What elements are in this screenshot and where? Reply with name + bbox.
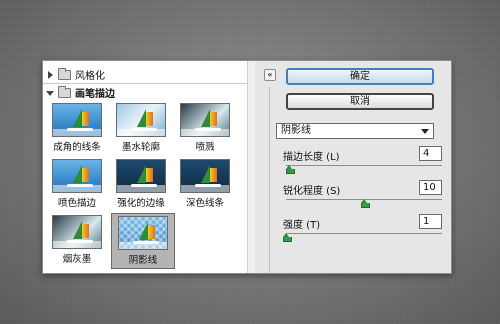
filter-thumb-sprayed-strokes[interactable]: 喷色描边 [49,157,105,209]
filter-label: 喷色描边 [57,198,96,209]
folder-icon [58,85,71,98]
sharpness-label: 锐化程度 (S) [283,186,341,197]
divider [43,83,255,84]
sharpness-input[interactable]: 10 [419,180,442,195]
stroke-length-slider-knob[interactable] [286,165,295,174]
dropdown-arrow-icon [421,129,429,134]
tree-group-label: 画笔描边 [75,89,115,100]
collapse-panel-button[interactable]: « [264,69,276,81]
stroke-length-label: 描边长度 (L) [283,152,340,163]
expand-arrow-icon[interactable] [45,70,55,80]
folder-icon [58,67,71,80]
dropdown-selected-value: 阴影线 [281,125,311,136]
filter-preview-image [180,103,230,137]
stroke-length-input[interactable]: 4 [419,146,442,161]
filter-preview-image [180,159,230,193]
filter-label: 喷溅 [195,142,215,153]
filter-thumb-spatter[interactable]: 喷溅 [177,101,233,153]
filter-label: 阴影线 [128,255,158,266]
sharpness-slider-knob[interactable] [361,199,370,208]
filter-thumb-sumi-e[interactable]: 烟灰墨 [49,213,105,265]
strength-label: 强度 (T) [283,220,321,231]
filter-label: 墨水轮廓 [121,142,160,153]
ok-button[interactable]: 确定 [286,68,434,85]
stroke-length-slider-track[interactable] [286,165,442,166]
filter-preview-image [118,216,168,250]
cancel-button[interactable]: 取消 [286,93,434,110]
strength-slider-knob[interactable] [283,233,292,242]
tree-group-stylize[interactable]: 风格化 [45,67,105,82]
filter-thumb-dark-strokes[interactable]: 深色线条 [177,157,233,209]
panel-divider [269,87,270,273]
filter-preview-image [116,103,166,137]
vertical-scrollbar[interactable] [247,61,255,273]
filter-thumb-crosshatch[interactable]: 阴影线 [111,213,175,269]
filter-preview-image [52,159,102,193]
filter-preview-image [52,215,102,249]
filter-gallery-dialog: 风格化 画笔描边 成角的线条 墨水轮廓 喷溅 喷色描边 强化的边缘 深色线条 烟… [42,60,452,274]
tree-group-brush-strokes[interactable]: 画笔描边 [45,85,115,100]
strength-slider-track[interactable] [286,233,442,234]
filter-label: 烟灰墨 [62,254,92,265]
filter-preview-image [116,159,166,193]
strength-input[interactable]: 1 [419,214,442,229]
filter-label: 成角的线条 [53,142,101,153]
filter-preview-image [52,103,102,137]
filter-select-dropdown[interactable]: 阴影线 [276,123,434,139]
filter-tree-panel: 风格化 画笔描边 成角的线条 墨水轮廓 喷溅 喷色描边 强化的边缘 深色线条 烟… [43,61,255,273]
filter-label: 深色线条 [185,198,224,209]
filter-thumb-accented-edges[interactable]: 强化的边缘 [113,157,169,209]
tree-group-label: 风格化 [75,71,105,82]
filter-thumb-angled-strokes[interactable]: 成角的线条 [49,101,105,153]
collapse-arrow-icon[interactable] [45,88,55,98]
filter-label: 强化的边缘 [117,198,165,209]
filter-thumb-ink-outlines[interactable]: 墨水轮廓 [113,101,169,153]
